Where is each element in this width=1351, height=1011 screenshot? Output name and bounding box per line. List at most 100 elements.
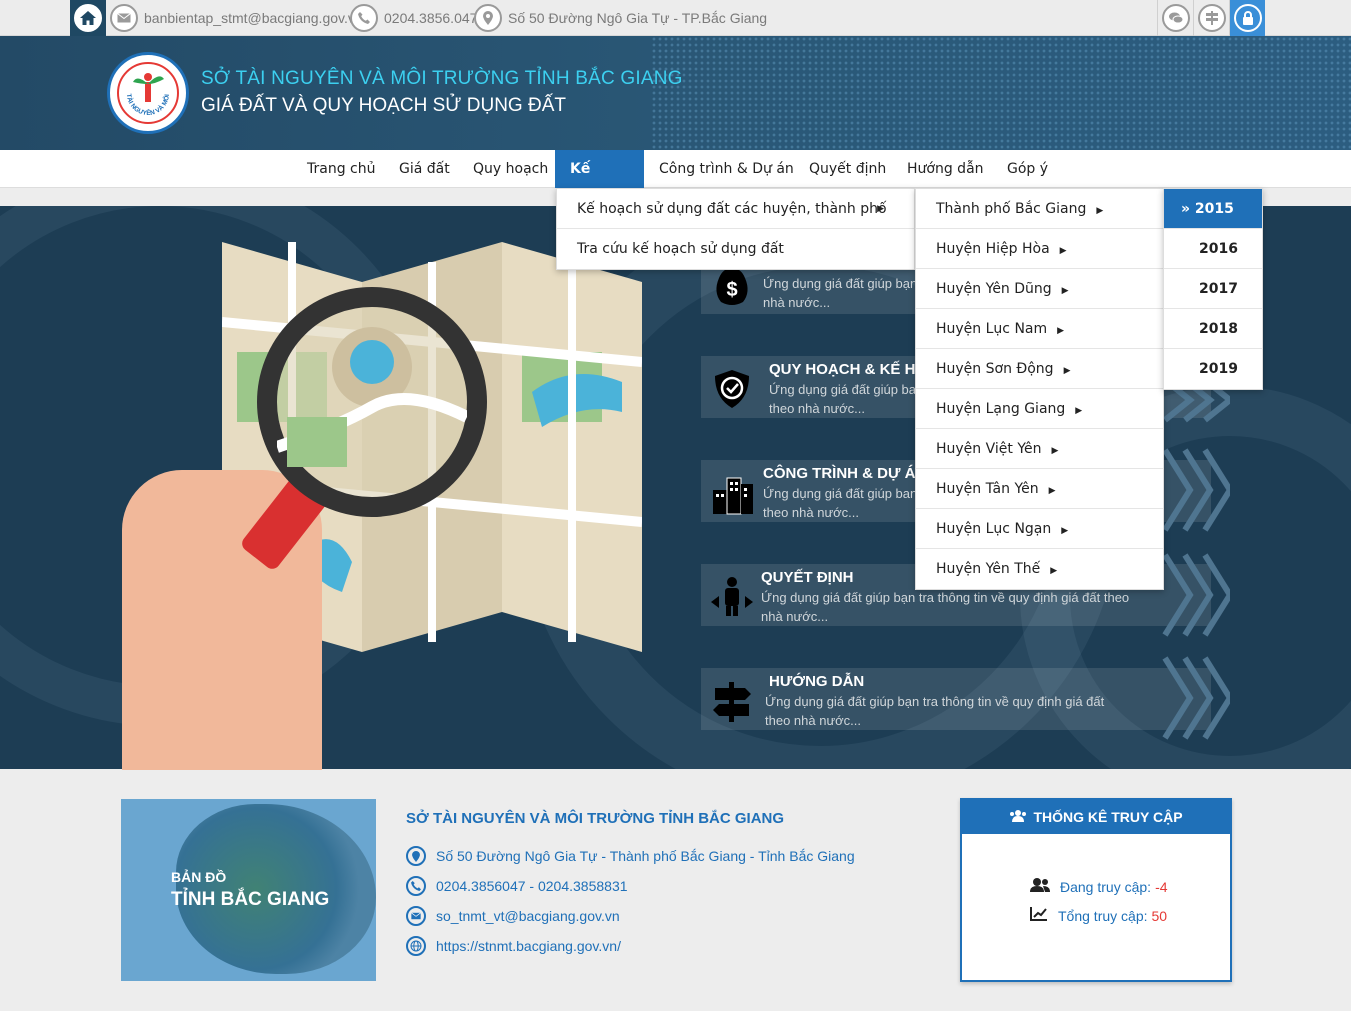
footer-org-name: SỞ TÀI NGUYÊN VÀ MÔI TRƯỜNG TỈNH BẮC GIA… — [406, 810, 785, 827]
nav-gia-dat[interactable]: Giá đất — [384, 150, 465, 188]
top-phone[interactable]: 0204.3856.047 — [350, 4, 477, 32]
menu-district[interactable]: Huyện Yên Thế ▶ — [916, 549, 1163, 589]
feature-title: CÔNG TRÌNH & DỰ Á — [763, 465, 916, 482]
feature-title: QUYẾT ĐỊNH — [761, 569, 854, 586]
footer-website[interactable]: https://stnmt.bacgiang.gov.vn/ — [406, 936, 621, 956]
caret-right-icon: ▶ — [1075, 406, 1083, 416]
nav-gop-y[interactable]: Góp ý — [992, 150, 1063, 188]
person-decision-icon — [711, 577, 753, 616]
menu-district[interactable]: Thành phố Bắc Giang ▶ — [916, 189, 1163, 229]
feature-desc-line2: nhà nước... — [763, 295, 831, 310]
top-right-actions — [1157, 0, 1265, 36]
menu-label: Huyện Yên Dũng — [936, 281, 1052, 297]
logo-emblem: TÀI NGUYÊN VÀ MÔI TRƯỜNG — [117, 62, 179, 124]
menu-year[interactable]: 2019 — [1164, 349, 1262, 389]
signpost-icon — [1197, 4, 1226, 32]
feature-desc: Ứng dụng giá đất giúp bạn nhà nước... — [763, 274, 917, 312]
site-header: TÀI NGUYÊN VÀ MÔI TRƯỜNG SỞ TÀI NGUYÊN V… — [0, 36, 1351, 150]
menu-label: Huyện Lục Ngạn — [936, 521, 1052, 537]
header-org-name: SỞ TÀI NGUYÊN VÀ MÔI TRƯỜNG TỈNH BẮC GIA… — [201, 68, 683, 89]
footer-email[interactable]: so_tnmt_vt@bacgiang.gov.vn — [406, 906, 620, 926]
menu-label: Kế hoạch sử dụng đất các huyện, thành ph… — [577, 201, 887, 217]
menu-label: Thành phố Bắc Giang — [936, 201, 1087, 217]
caret-right-icon: ▶ — [1061, 286, 1069, 296]
envelope-icon — [406, 906, 426, 926]
caret-right-icon: ▶ — [1096, 206, 1104, 216]
nav-cong-trinh-du-an[interactable]: Công trình & Dự án — [644, 150, 809, 188]
map-pin-icon — [474, 4, 502, 32]
feature-desc-line1: Ứng dụng giá đất giúp bạn tra thông tin … — [765, 694, 1105, 709]
feature-desc-line2: nhà nước... — [761, 609, 829, 624]
sitemap-button[interactable] — [1193, 0, 1229, 36]
footer-address: Số 50 Đường Ngô Gia Tự - Thành phố Bắc G… — [406, 846, 855, 866]
caret-right-icon: ▶ — [1051, 446, 1059, 456]
feature-desc-line2: theo nhà nước... — [763, 505, 860, 520]
envelope-icon — [110, 4, 138, 32]
feature-desc: Ứng dụng giá đất giúp bạn tra thông tin … — [761, 588, 1129, 626]
top-address: Số 50 Đường Ngô Gia Tự - TP.Bắc Giang — [474, 4, 767, 32]
menu-label: Huyện Tân Yên — [936, 481, 1039, 497]
menu-ke-hoach-huyen[interactable]: Kế hoạch sử dụng đất các huyện, thành ph… — [557, 189, 914, 229]
caret-right-icon: ▶ — [1048, 486, 1056, 496]
nav-trang-chu[interactable]: Trang chủ — [292, 150, 390, 188]
nav-quyet-dinh[interactable]: Quyết định — [794, 150, 901, 188]
top-email-text: banbientap_stmt@bacgiang.gov.vn — [144, 10, 363, 26]
stats-online-value: -4 — [1155, 878, 1168, 895]
footer-website-link[interactable]: https://stnmt.bacgiang.gov.vn/ — [436, 938, 621, 954]
stats-total-row: Tổng truy cập: 50 — [1030, 907, 1167, 924]
menu-district[interactable]: Huyện Lục Ngạn ▶ — [916, 509, 1163, 549]
world-map-decoration — [651, 36, 1351, 150]
feature-desc-line1: Ứng dụng giá đất giúp bạn — [763, 276, 918, 291]
stats-header: THỐNG KÊ TRUY CẬP — [962, 800, 1230, 834]
footer-phone-text: 0204.3856047 - 0204.3858831 — [436, 878, 628, 894]
menu-label: Huyện Yên Thế — [936, 561, 1041, 577]
site-logo[interactable]: TÀI NGUYÊN VÀ MÔI TRƯỜNG — [107, 52, 189, 134]
map-pin-icon — [406, 846, 426, 866]
magnifying-glass — [257, 287, 487, 517]
menu-district[interactable]: Huyện Lục Nam ▶ — [916, 309, 1163, 349]
line-chart-icon — [1030, 907, 1048, 924]
menu-label: 2019 — [1199, 361, 1238, 377]
feature-huong-dan[interactable]: HƯỚNG DẪN Ứng dụng giá đất giúp bạn tra … — [701, 668, 1211, 730]
phone-icon — [406, 876, 426, 896]
feature-desc-line1: Ứng dụng giá đất giúp ba — [769, 382, 916, 397]
nav-ke-hoach[interactable]: Kế hoạch — [555, 150, 644, 215]
province-map-banner[interactable]: BẢN ĐỒ TỈNH BẮC GIANG — [121, 799, 376, 981]
menu-label: 2017 — [1199, 281, 1238, 297]
stats-total-value: 50 — [1151, 907, 1168, 924]
nav-huong-dan[interactable]: Hướng dẫn — [892, 150, 999, 188]
caret-right-icon: ▶ — [1063, 366, 1071, 376]
menu-district[interactable]: Huyện Sơn Động ▶ — [916, 349, 1163, 389]
chat-button[interactable] — [1157, 0, 1193, 36]
top-phone-text: 0204.3856.047 — [384, 10, 478, 26]
menu-year[interactable]: » 2015 — [1164, 189, 1262, 229]
globe-icon — [406, 936, 426, 956]
menu-district[interactable]: Huyện Tân Yên ▶ — [916, 469, 1163, 509]
login-button[interactable] — [1229, 0, 1265, 36]
menu-year[interactable]: 2017 — [1164, 269, 1262, 309]
feature-desc: Ứng dụng giá đất giúp ban theo nhà nước..… — [763, 484, 917, 522]
caret-right-icon: ▶ — [1059, 246, 1067, 256]
menu-label: 2018 — [1199, 321, 1238, 337]
menu-district[interactable]: Huyện Hiệp Hòa ▶ — [916, 229, 1163, 269]
phone-icon — [350, 4, 378, 32]
menu-label: Huyện Việt Yên — [936, 441, 1042, 457]
stats-online-label: Đang truy cập: — [1060, 878, 1152, 895]
menu-district[interactable]: Huyện Lạng Giang ▶ — [916, 389, 1163, 429]
top-email[interactable]: banbientap_stmt@bacgiang.gov.vn — [110, 4, 363, 32]
shield-check-icon — [715, 370, 749, 408]
home-button[interactable] — [70, 0, 106, 36]
menu-district[interactable]: Huyện Việt Yên ▶ — [916, 429, 1163, 469]
stats-online-row: Đang truy cập: -4 — [1030, 878, 1168, 895]
double-chevron-right-icon: » — [1181, 201, 1195, 217]
menu-tra-cuu-ke-hoach[interactable]: Tra cứu kế hoạch sử dụng đất — [557, 229, 914, 269]
footer-phone[interactable]: 0204.3856047 - 0204.3858831 — [406, 876, 628, 896]
menu-year[interactable]: 2018 — [1164, 309, 1262, 349]
menu-district[interactable]: Huyện Yên Dũng ▶ — [916, 269, 1163, 309]
buildings-icon — [713, 477, 753, 515]
menu-year[interactable]: 2016 — [1164, 229, 1262, 269]
menu-label: 2015 — [1194, 201, 1234, 217]
lock-icon — [1233, 4, 1262, 32]
nav-quy-hoach[interactable]: Quy hoạch — [458, 150, 563, 188]
caret-right-icon: ▶ — [877, 204, 884, 214]
